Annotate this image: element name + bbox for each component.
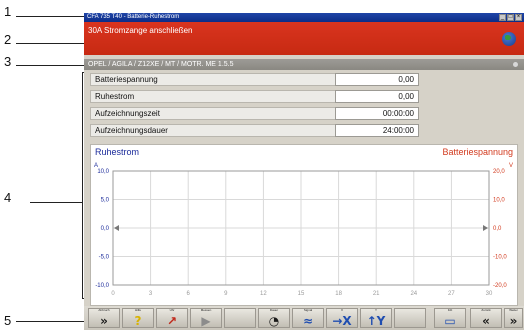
callout-3: 3 [4,54,12,69]
callout-5: 5 [4,313,12,328]
freeze-icon: ▭ [444,314,456,328]
callout-4: 4 [4,190,12,205]
right-tick-label: 0,0 [493,226,502,232]
play-button[interactable]: Messen ▶ [190,308,222,328]
toolbar-caption: Y [374,308,377,312]
x-tick-label: 18 [335,291,342,297]
callout-2: 2 [4,32,12,47]
x-tick-label: 12 [260,291,267,297]
clock-icon: ↗ [166,314,178,328]
callout-1: 1 [4,4,12,19]
help-icon: ? [134,314,142,328]
abort-button[interactable]: Abbruch » [88,308,120,328]
globe-icon [502,32,516,46]
diagnostic-app-window: CFA 735 T40 - Batterie-Ruhestrom _ □ × 3… [84,13,524,330]
window-title: CFA 735 T40 - Batterie-Ruhestrom [87,14,180,20]
toolbar-caption: Weiter [509,308,518,312]
window-titlebar: CFA 735 T40 - Batterie-Ruhestrom _ □ × [84,13,524,22]
measurement-label: Aufzeichnungszeit [95,109,160,118]
left-tick-label: 0,0 [101,226,110,232]
empty-slot [394,308,426,328]
right-zero-marker-icon [483,225,488,231]
right-tick-label: -10,0 [493,255,507,261]
x-axis-button[interactable]: X →X [326,308,358,328]
measurement-value: 0,00 [335,90,419,103]
callout-3-leader [16,65,84,66]
left-axis-title: Ruhestrom [95,147,139,157]
x-tick-label: 21 [373,291,380,297]
left-tick-label: 10,0 [97,169,109,175]
y-axis-icon: ↑Y [366,314,386,328]
duration-icon: ◔ [268,314,280,328]
y-axis-button[interactable]: Y ↑Y [360,308,392,328]
callout-1-leader [16,16,84,17]
clock-button[interactable]: Uhr ↗ [156,308,188,328]
bottom-toolbar: Abbruch » Hilfe? Uhr ↗ Messen ▶ Dauer ◔ Signal ≈ X →… [84,306,524,330]
maximize-button[interactable]: □ [507,14,514,21]
x-tick-label: 0 [111,291,115,297]
chart-svg: Ruhestrom BatteriespannungA V10,05,00,0-5,… [94,147,513,297]
callout-2-leader [16,43,84,44]
instruction-bar: 30A Stromzange anschließen [84,22,524,55]
toolbar-caption: Hilfe [134,308,141,312]
right-axis-unit: V [509,163,513,169]
vehicle-bar: OPEL / AGILA / Z12XE / MT / MOTR. ME 1.5… [84,59,524,70]
left-tick-label: 5,0 [101,198,110,204]
toolbar-caption: Zurück [481,308,491,312]
toolbar-caption: Dauer [269,308,279,312]
toolbar-caption: Fdt [447,308,453,312]
measurement-row: Aufzeichnungszeit 00:00:00 [90,107,419,120]
left-tick-label: -5,0 [99,255,110,261]
right-tick-label: 10,0 [493,198,505,204]
x-tick-label: 24 [410,291,417,297]
x-tick-label: 6 [187,291,191,297]
measurement-label: Ruhestrom [95,92,135,101]
x-tick-label: 9 [224,291,228,297]
help-button[interactable]: Hilfe? [122,308,154,328]
toolbar-caption: Messen [200,308,212,312]
measurement-row: Ruhestrom 0,00 [90,90,419,103]
callout-5-leader [16,321,84,322]
instruction-text: 30A Stromzange anschließen [88,26,193,35]
x-axis-icon: →X [332,314,352,328]
toolbar-caption: Signal [303,308,313,312]
left-zero-marker-icon [114,225,119,231]
forward-icon: » [509,314,518,328]
x-tick-label: 27 [448,291,455,297]
x-tick-label: 30 [486,291,493,297]
callout-4-bracket [82,72,83,298]
measurement-label: Batteriespannung [95,75,158,84]
right-tick-label: 20,0 [493,169,505,175]
measurement-label: Aufzeichnungsdauer [95,126,168,135]
duration-button[interactable]: Dauer ◔ [258,308,290,328]
measurement-row: Batteriespannung 0,00 [90,73,419,86]
abort-icon: » [100,314,108,328]
toolbar-caption: Abbruch [98,308,110,312]
x-tick-label: 3 [149,291,153,297]
callout-4-leader [30,202,82,203]
measurement-value: 0,00 [335,73,419,86]
x-tick-label: 15 [298,291,305,297]
close-button[interactable]: × [515,14,522,21]
toolbar-caption: X [340,308,343,312]
chart-panel: Ruhestrom Batteriespannung A V 10,0 5,0 0,0 -5,… [90,144,518,306]
measurement-value: 00:00:00 [335,107,419,120]
back-button[interactable]: Zurück « [470,308,502,328]
play-icon: ▶ [201,314,211,328]
toolbar-caption: Uhr [169,308,175,312]
right-tick-label: -20,0 [493,283,507,289]
forward-button[interactable]: Weiter » [504,308,523,328]
status-dot-icon [513,62,518,67]
minimize-button[interactable]: _ [499,14,506,21]
back-icon: « [482,314,490,328]
measurement-row: Aufzeichnungsdauer 24:00:00 [90,124,419,137]
empty-slot [224,308,256,328]
left-tick-label: -10,0 [95,283,109,289]
right-axis-title: Batteriespannung [442,147,513,157]
vehicle-text: OPEL / AGILA / Z12XE / MT / MOTR. ME 1.5… [88,61,234,68]
measurement-value: 24:00:00 [335,124,419,137]
signal-button[interactable]: Signal ≈ [292,308,324,328]
signal-icon: ≈ [302,314,314,328]
freeze-button[interactable]: Fdt ▭ [434,308,466,328]
